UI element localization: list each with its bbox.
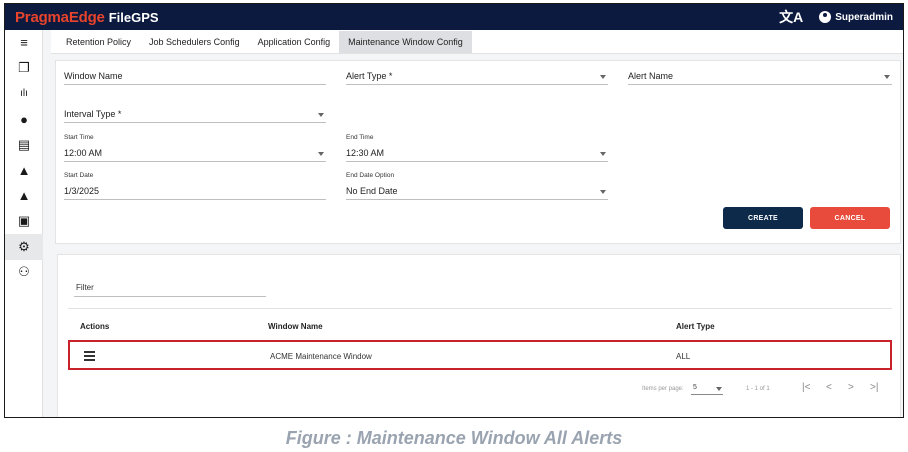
settings-icon[interactable]: ▣	[5, 209, 43, 235]
window-name-input[interactable]: Window Name	[64, 67, 326, 85]
files-icon[interactable]: ❐	[5, 56, 43, 82]
alert-name-select[interactable]: Alert Name	[628, 67, 892, 85]
end-time-label: End Time	[346, 134, 374, 141]
chevron-down-icon	[318, 113, 324, 117]
figure-caption: Figure : Maintenance Window All Alerts	[285, 428, 623, 448]
chevron-down-icon	[600, 152, 606, 156]
table-header: Actions Window Name Alert Type	[68, 308, 892, 336]
tab-retention-policy[interactable]: Retention Policy	[57, 31, 140, 53]
main-content: Retention Policy Job Schedulers Config A…	[51, 30, 903, 417]
last-page-icon[interactable]: >|	[870, 382, 878, 393]
start-time-value: 12:00 AM	[64, 148, 103, 158]
table-row[interactable]: ACME Maintenance Window ALL	[68, 340, 892, 370]
filter-label: Filter	[76, 283, 94, 292]
translate-icon[interactable]: 文A	[779, 7, 803, 27]
alert-bell-icon[interactable]: ▲	[5, 158, 43, 184]
end-date-option-select[interactable]: End Date Option No End Date	[346, 172, 608, 200]
row-alert-type: ALL	[676, 352, 691, 361]
items-per-page-select[interactable]: 5	[691, 383, 723, 395]
brand-name: PragmaEdge	[15, 8, 105, 26]
menu-icon[interactable]: ≡	[5, 30, 43, 56]
config-tabs: Retention Policy Job Schedulers Config A…	[51, 30, 903, 54]
user-name: Superadmin	[835, 11, 893, 23]
row-actions-menu-icon[interactable]	[84, 351, 95, 363]
chevron-down-icon	[600, 75, 606, 79]
chevron-down-icon	[884, 75, 890, 79]
tab-application-config[interactable]: Application Config	[249, 31, 340, 53]
user-settings-icon[interactable]: ⚙	[5, 234, 43, 260]
column-alert-type: Alert Type	[676, 322, 715, 331]
pager-range: 1 - 1 of 1	[746, 386, 770, 392]
start-date-label: Start Date	[64, 172, 94, 179]
tab-maintenance-window-config[interactable]: Maintenance Window Config	[339, 31, 472, 53]
document-icon[interactable]: ▤	[5, 132, 43, 158]
app-logo[interactable]: PragmaEdge FileGPS	[15, 9, 159, 26]
alert-bell-icon-2[interactable]: ▲	[5, 183, 43, 209]
interval-type-label: Interval Type *	[64, 109, 122, 119]
end-date-option-value: No End Date	[346, 186, 398, 196]
cancel-button[interactable]: CANCEL	[810, 207, 890, 229]
window-name-label: Window Name	[64, 71, 123, 81]
start-time-select[interactable]: Start Time 12:00 AM	[64, 134, 326, 162]
end-date-option-label: End Date Option	[346, 172, 395, 179]
maintenance-window-table-card: Filter Actions Window Name Alert Type AC…	[57, 254, 901, 417]
user-menu[interactable]: Superadmin	[819, 11, 893, 23]
users-icon[interactable]: ⚇	[5, 260, 43, 286]
sidebar: ≡ ❐ ılı ● ▤ ▲ ▲ ▣ ⚙ ⚇	[5, 30, 43, 417]
chevron-down-icon	[600, 190, 606, 194]
start-time-label: Start Time	[64, 134, 94, 141]
items-per-page-label: Items per page:	[642, 386, 684, 392]
row-window-name: ACME Maintenance Window	[270, 352, 372, 361]
account-icon[interactable]: ●	[5, 107, 43, 133]
end-time-value: 12:30 AM	[346, 148, 385, 158]
items-per-page-value: 5	[693, 384, 697, 391]
alert-name-label: Alert Name	[628, 71, 674, 81]
first-page-icon[interactable]: |<	[802, 382, 810, 393]
start-date-input[interactable]: Start Date 1/3/2025	[64, 172, 326, 200]
chevron-down-icon	[318, 152, 324, 156]
account-circle-icon	[819, 11, 832, 23]
interval-type-select[interactable]: Interval Type *	[64, 105, 326, 123]
chart-icon[interactable]: ılı	[5, 81, 43, 107]
alert-type-select[interactable]: Alert Type *	[346, 67, 608, 85]
filter-input[interactable]: Filter	[74, 279, 266, 297]
tab-job-schedulers-config[interactable]: Job Schedulers Config	[140, 31, 249, 53]
app-window: PragmaEdge FileGPS 文A Superadmin ≡ ❐ ılı…	[4, 3, 904, 418]
alert-type-label: Alert Type *	[346, 71, 393, 81]
next-page-icon[interactable]: >	[848, 382, 854, 393]
product-name: FileGPS	[108, 9, 159, 25]
top-bar: PragmaEdge FileGPS 文A Superadmin	[5, 4, 903, 30]
create-button[interactable]: CREATE	[723, 207, 803, 229]
column-window-name: Window Name	[268, 322, 323, 331]
previous-page-icon[interactable]: <	[826, 382, 832, 393]
chevron-down-icon	[716, 387, 722, 391]
end-time-select[interactable]: End Time 12:30 AM	[346, 134, 608, 162]
start-date-value: 1/3/2025	[64, 186, 100, 196]
column-actions: Actions	[80, 322, 110, 331]
